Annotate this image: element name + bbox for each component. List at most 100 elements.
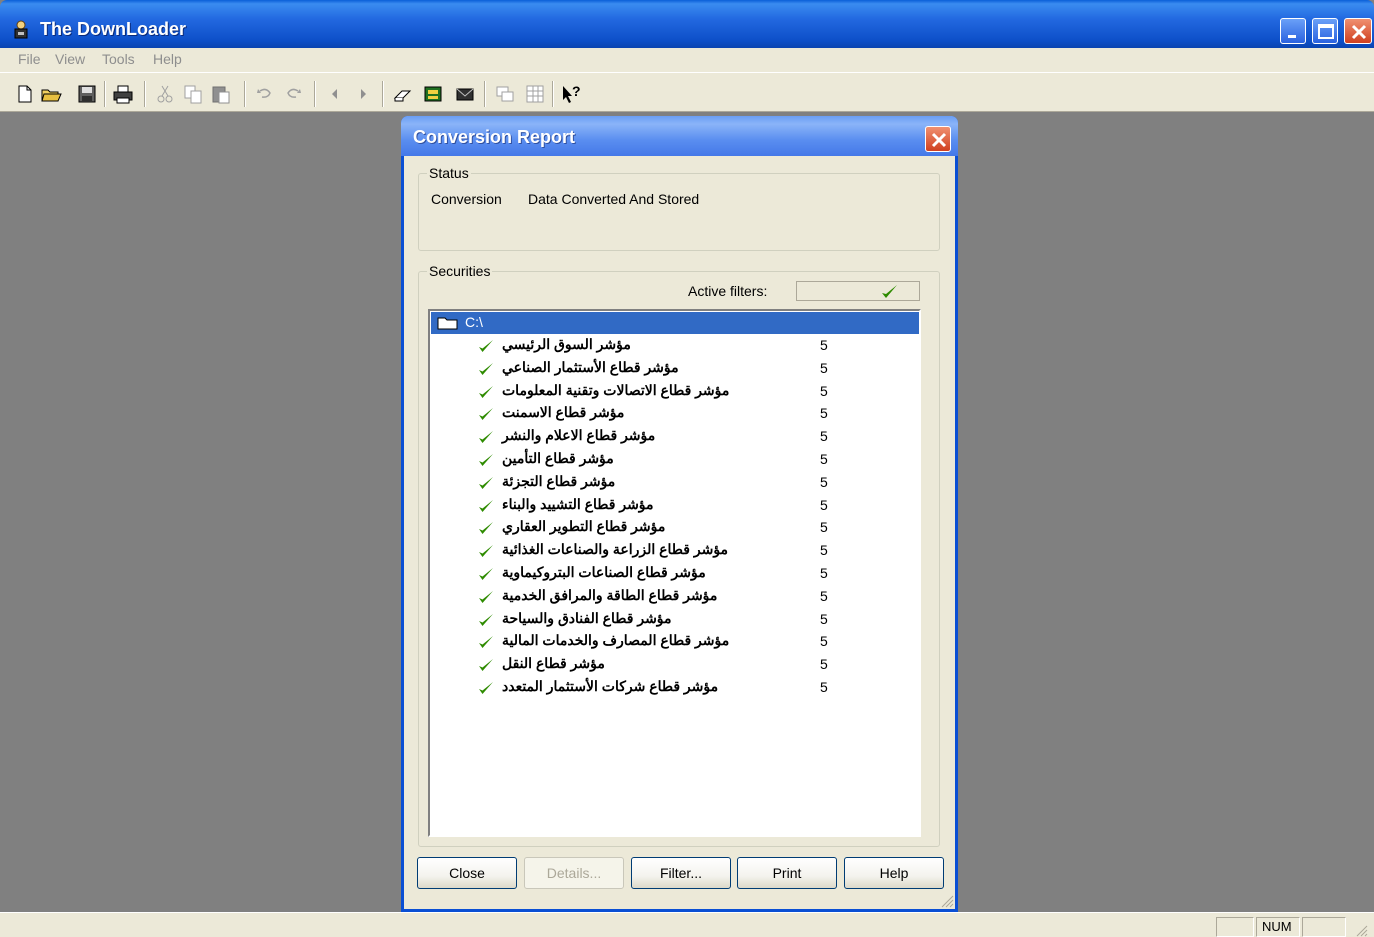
tree-item[interactable]: مؤشر قطاع شركات الأستثمار المتعدد 5 [430,677,919,700]
tree-item[interactable]: مؤشر قطاع الزراعة والصناعات الغذائية 5 [430,540,919,563]
tree-item[interactable]: مؤشر قطاع النقل 5 [430,654,919,677]
app-title: The DownLoader [40,19,187,39]
menu-tools[interactable]: Tools [102,51,135,67]
window-icon[interactable] [494,83,516,105]
tree-item[interactable]: مؤشر قطاع الاتصالات وتقنية المعلومات 5 [430,381,919,404]
security-name: مؤشر قطاع الاعلام والنشر [502,427,656,444]
status-panel-empty [1216,917,1254,937]
tree-item[interactable]: مؤشر قطاع التأمين 5 [430,449,919,472]
security-name: مؤشر السوق الرئيسي [502,336,631,352]
download-icon[interactable] [422,83,444,105]
folder-icon [437,316,459,333]
status-panel-scroll [1302,917,1346,937]
dialog-titlebar[interactable]: Conversion Report [401,116,958,156]
tree-item[interactable]: مؤشر قطاع الفنادق والسياحة 5 [430,609,919,632]
check-icon [478,567,494,585]
check-icon [478,453,494,471]
open-folder-icon[interactable] [40,83,62,105]
svg-text:?: ? [572,83,581,99]
tree-item[interactable]: مؤشر قطاع الاسمنت 5 [430,403,919,426]
securities-tree[interactable]: C:\ مؤشر السوق الرئيسي 5 مؤشر قطاع الأستثم… [428,309,921,837]
conversion-label: Conversion [431,191,502,207]
active-filters-indicator [796,281,920,301]
cut-icon[interactable] [154,83,176,105]
menu-file[interactable]: File [18,51,41,67]
toolbar: ? [0,72,1374,112]
filter-button[interactable]: Filter... [631,857,731,889]
details-button[interactable]: Details... [524,857,624,889]
eraser-icon[interactable] [392,83,414,105]
status-legend: Status [429,165,469,181]
tree-item[interactable]: مؤشر قطاع الطاقة والمرافق الخدمية 5 [430,586,919,609]
tree-item[interactable]: مؤشر قطاع المصارف والخدمات المالية 5 [430,631,919,654]
security-count: 5 [820,587,828,604]
resize-grip-icon[interactable] [1354,923,1368,937]
security-count: 5 [820,610,828,627]
security-name: مؤشر قطاع التأمين [502,450,614,466]
help-button[interactable]: Help [844,857,944,889]
print-icon[interactable] [112,83,134,105]
check-icon [478,544,494,562]
security-count: 5 [820,428,828,445]
dialog-resize-grip-icon[interactable] [938,892,954,911]
dialog-title: Conversion Report [413,127,576,147]
security-name: مؤشر قطاع الأستثمار الصناعي [502,358,679,375]
check-icon [478,613,494,631]
new-file-icon[interactable] [14,83,36,105]
tree-item[interactable]: مؤشر قطاع الأستثمار الصناعي 5 [430,358,919,381]
menu-view[interactable]: View [55,51,85,67]
mail-icon[interactable] [454,83,476,105]
security-name: مؤشر قطاع الفنادق والسياحة [502,609,672,626]
tree-item[interactable]: مؤشر قطاع التجزئة 5 [430,472,919,495]
tree-root-label: C:\ [465,314,483,330]
context-help-icon[interactable]: ? [560,83,582,105]
previous-icon[interactable] [324,83,346,105]
minimize-button[interactable] [1280,18,1306,44]
tree-item[interactable]: مؤشر قطاع الاعلام والنشر 5 [430,426,919,449]
downloader-icon [10,19,32,41]
redo-icon[interactable] [282,83,304,105]
security-count: 5 [820,679,828,695]
menu-help[interactable]: Help [153,51,182,67]
app-titlebar[interactable]: The DownLoader [0,0,1374,48]
check-icon [478,407,494,425]
status-bar: NUM [0,912,1374,937]
grid-icon[interactable] [524,83,546,105]
save-icon[interactable] [76,83,98,105]
menu-bar: File View Tools Help [0,48,1374,72]
tree-item[interactable]: مؤشر قطاع التشييد والبناء 5 [430,495,919,518]
print-button[interactable]: Print [737,857,837,889]
status-num: NUM [1256,917,1300,937]
copy-icon[interactable] [182,83,204,105]
security-count: 5 [820,496,828,513]
tree-root-node[interactable]: C:\ [431,312,919,334]
check-icon [881,284,899,303]
security-name: مؤشر قطاع الطاقة والمرافق الخدمية [502,586,718,603]
security-count: 5 [820,405,828,422]
close-button[interactable]: Close [417,857,517,889]
conversion-report-dialog: Conversion Report Status Conversion Data… [401,116,958,912]
next-icon[interactable] [352,83,374,105]
paste-icon[interactable] [210,83,232,105]
security-count: 5 [820,565,828,581]
security-name: مؤشر قطاع التطوير العقاري [502,518,666,535]
undo-icon[interactable] [254,83,276,105]
security-name: مؤشر قطاع التشييد والبناء [502,495,654,512]
tree-item[interactable]: مؤشر السوق الرئيسي 5 [430,335,919,358]
security-count: 5 [820,656,828,673]
security-name: مؤشر قطاع الصناعات البتروكيماوية [502,564,706,580]
maximize-button[interactable] [1312,18,1338,44]
security-count: 5 [820,451,828,467]
check-icon [478,590,494,608]
security-count: 5 [820,359,828,376]
check-icon [478,430,494,448]
check-icon [478,476,494,494]
security-name: مؤشر قطاع المصارف والخدمات المالية [502,632,730,649]
dialog-close-button[interactable] [925,126,951,152]
security-count: 5 [820,542,828,559]
security-count: 5 [820,337,828,353]
tree-item[interactable]: مؤشر قطاع الصناعات البتروكيماوية 5 [430,563,919,586]
app-close-button[interactable] [1344,18,1372,44]
tree-item[interactable]: مؤشر قطاع التطوير العقاري 5 [430,517,919,540]
security-count: 5 [820,473,828,490]
